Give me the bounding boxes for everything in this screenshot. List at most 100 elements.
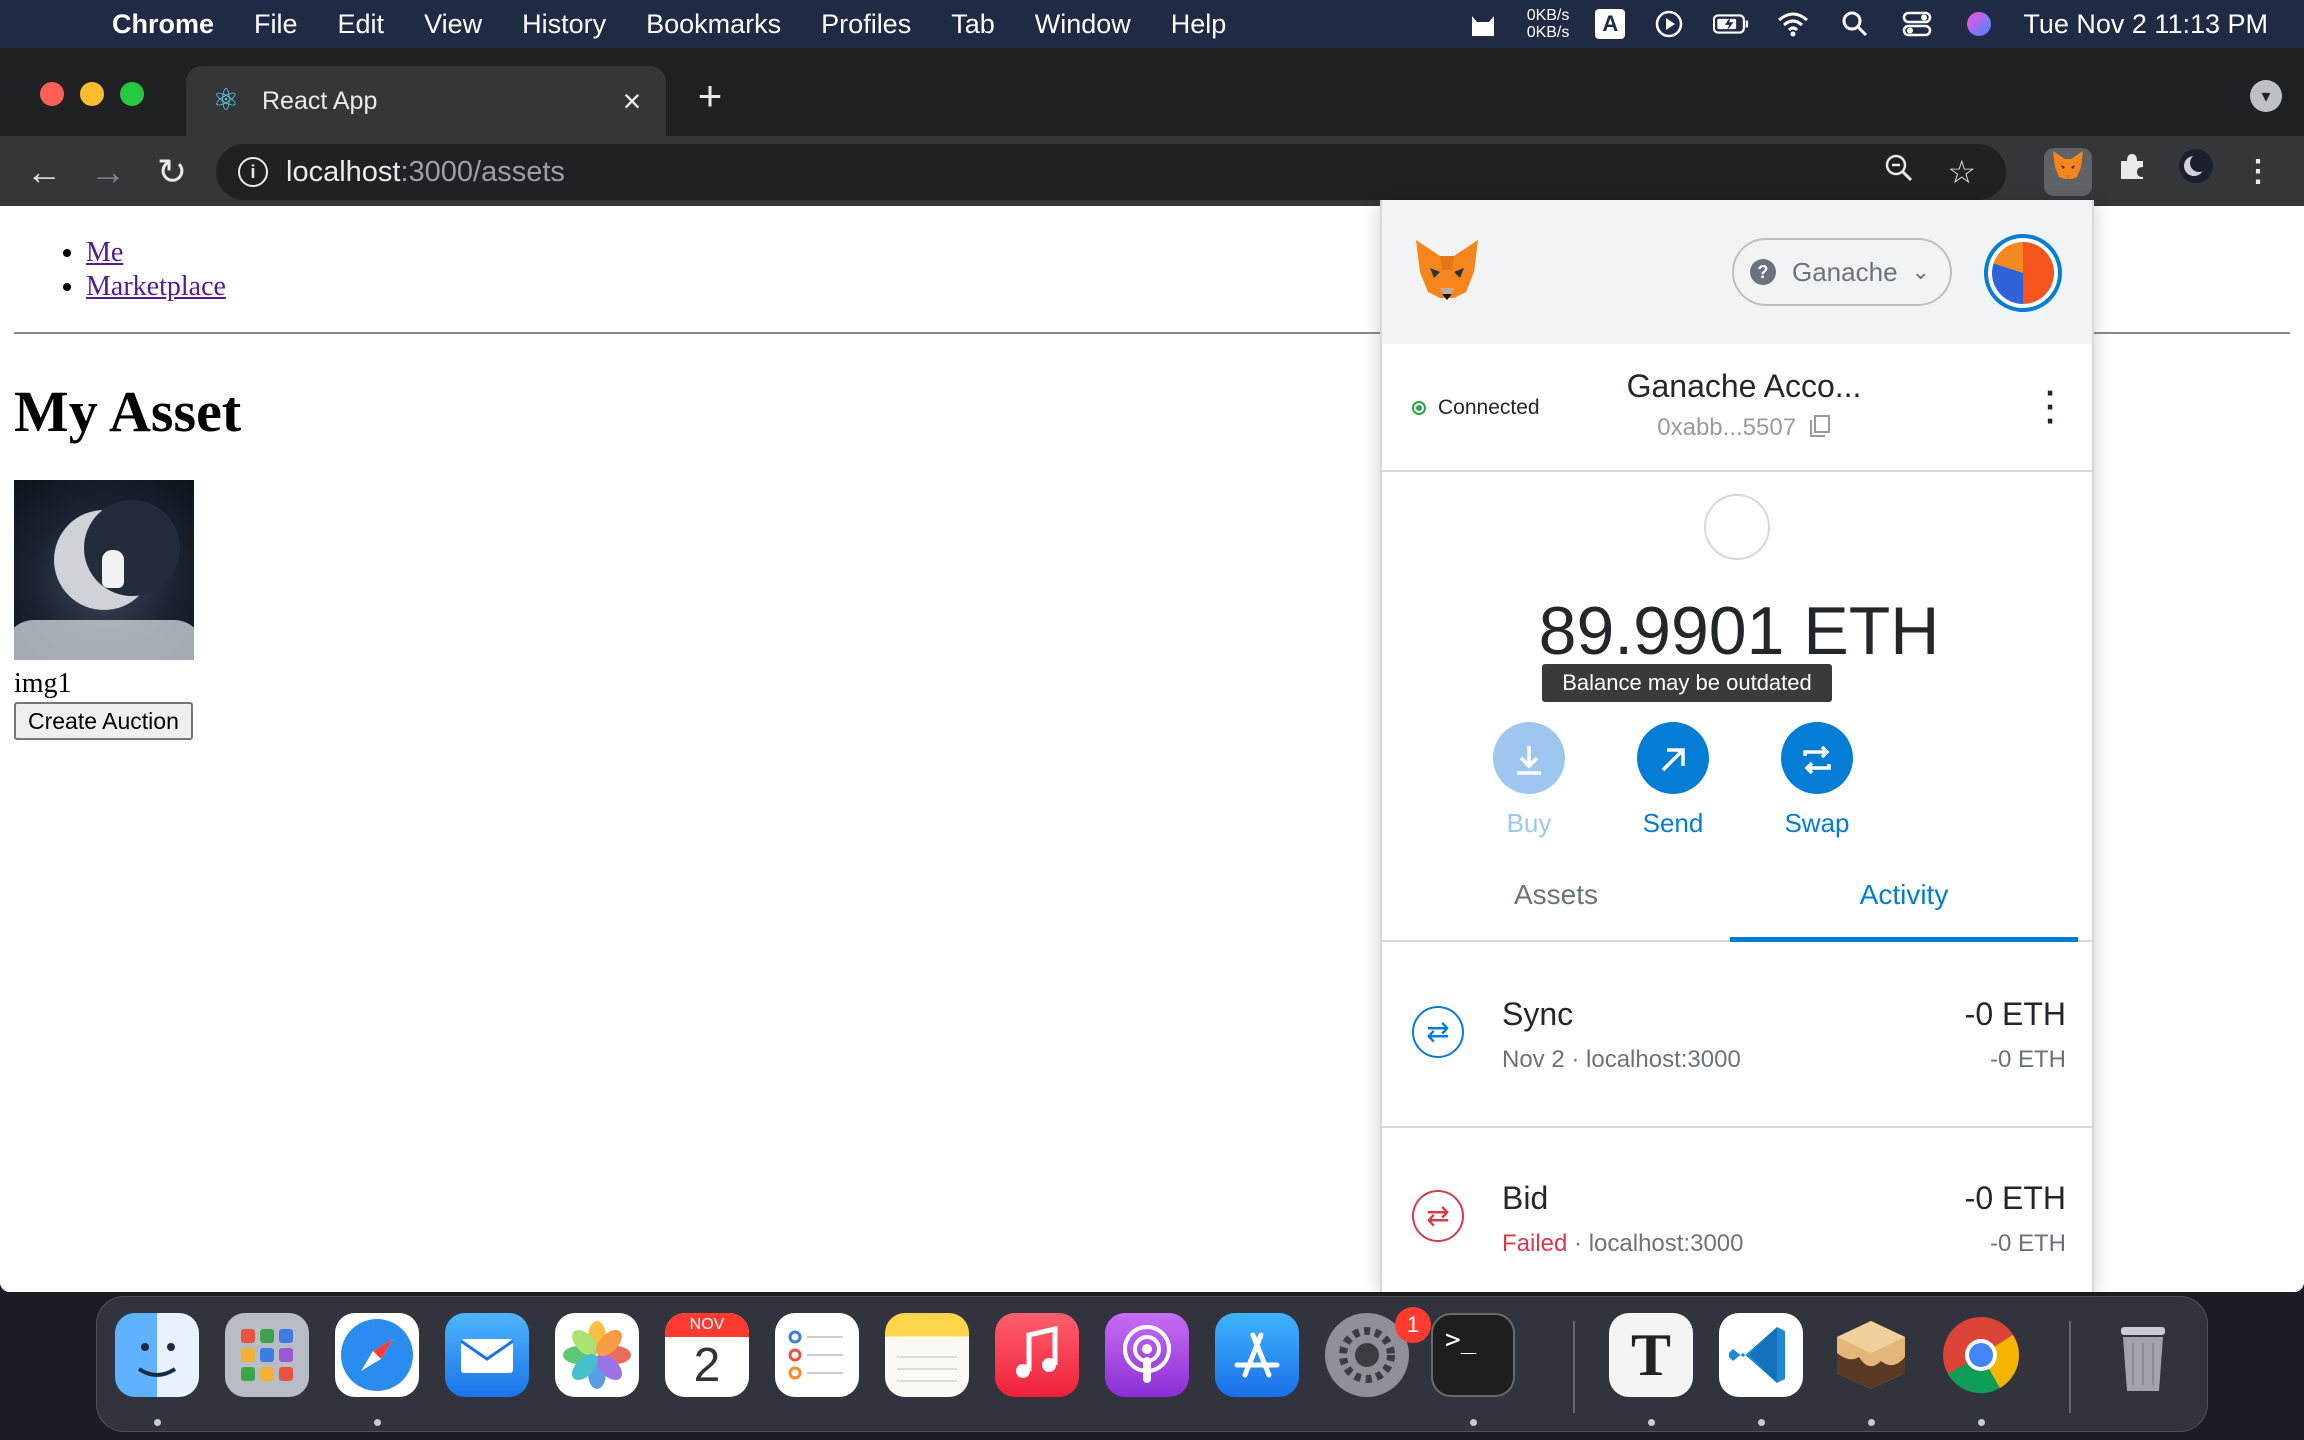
forward-button[interactable]: → <box>86 150 130 194</box>
macos-dock: NOV 2 1 >_ T <box>96 1296 2208 1432</box>
mac-menu-bar: Chrome File Edit View History Bookmarks … <box>0 0 2304 48</box>
notes-icon[interactable] <box>885 1313 969 1397</box>
transaction-amount: -0 ETH <box>1964 996 2066 1032</box>
app-store-icon[interactable] <box>1215 1313 1299 1397</box>
new-tab-button[interactable]: + <box>690 75 730 117</box>
nav-item-me: Me <box>86 236 226 270</box>
account-avatar[interactable] <box>1984 234 2062 312</box>
control-center-icon[interactable] <box>1899 9 1935 39</box>
mail-icon[interactable] <box>445 1313 529 1397</box>
safari-icon[interactable] <box>335 1313 419 1397</box>
asset-name: img1 <box>14 668 72 699</box>
menu-view[interactable]: View <box>424 9 482 40</box>
reload-button[interactable]: ↻ <box>150 150 194 194</box>
wifi-icon[interactable] <box>1775 9 1811 39</box>
cat-icon[interactable] <box>1465 9 1501 39</box>
chrome-menu-icon[interactable]: ⋮ <box>2234 148 2282 196</box>
menu-chrome[interactable]: Chrome <box>112 9 214 40</box>
textedit-icon[interactable]: T <box>1609 1313 1693 1397</box>
create-auction-button[interactable]: Create Auction <box>14 702 193 740</box>
spotlight-search-icon[interactable] <box>1837 9 1873 39</box>
metamask-header: ? Ganache ⌄ <box>1382 200 2092 344</box>
transaction-origin: localhost:3000 <box>1588 1230 1744 1257</box>
account-address-row[interactable]: 0xabb...5507 <box>1542 414 1946 442</box>
trash-icon[interactable] <box>2101 1313 2185 1397</box>
bookmark-star-icon[interactable]: ☆ <box>1947 153 1976 191</box>
menu-bookmarks[interactable]: Bookmarks <box>646 9 781 40</box>
ganache-icon[interactable] <box>1829 1313 1913 1397</box>
download-icon <box>1493 722 1565 794</box>
nav-link-marketplace[interactable]: Marketplace <box>86 271 226 302</box>
account-options-icon[interactable]: · · · <box>2036 377 2066 437</box>
back-button[interactable]: ← <box>22 150 66 194</box>
vscode-icon[interactable] <box>1719 1313 1803 1397</box>
music-icon[interactable] <box>995 1313 1079 1397</box>
transaction-subtitle: Failed · localhost:3000 <box>1502 1230 1744 1257</box>
transaction-amount-secondary: -0 ETH <box>1989 1230 2066 1257</box>
transaction-amount-secondary: -0 ETH <box>1989 1046 2066 1073</box>
transaction-subtitle: Nov 2 · localhost:3000 <box>1502 1046 1741 1073</box>
network-speed[interactable]: 0KB/s 0KB/s <box>1527 7 1570 41</box>
connection-status[interactable]: Connected <box>1412 396 1540 420</box>
calendar-icon[interactable]: NOV 2 <box>665 1313 749 1397</box>
finder-icon[interactable] <box>115 1313 199 1397</box>
network-selector[interactable]: ? Ganache ⌄ <box>1732 238 1952 306</box>
menu-edit[interactable]: Edit <box>338 9 385 40</box>
url-path: :3000/assets <box>400 155 565 188</box>
site-info-icon[interactable]: i <box>238 157 268 187</box>
browser-toolbar: ← → ↻ i localhost:3000/assets ☆ ⋮ <box>0 136 2304 206</box>
url-host: localhost <box>286 155 401 188</box>
play-icon[interactable] <box>1651 9 1687 39</box>
terminal-icon[interactable]: >_ <box>1431 1313 1515 1397</box>
transaction-item[interactable]: ⇄ Bid Failed · localhost:3000 -0 ETH -0 … <box>1382 1128 2092 1292</box>
menu-window[interactable]: Window <box>1035 9 1131 40</box>
buy-button[interactable]: Buy <box>1474 722 1584 839</box>
extensions-puzzle-icon[interactable] <box>2108 148 2156 196</box>
podcasts-icon[interactable] <box>1105 1313 1189 1397</box>
tab-close-icon[interactable]: × <box>612 81 652 121</box>
vscode-running-indicator <box>1758 1419 1765 1426</box>
swap-icon <box>1781 722 1853 794</box>
photos-icon[interactable] <box>555 1313 639 1397</box>
transaction-item[interactable]: ⇄ Sync Nov 2 · localhost:3000 -0 ETH -0 … <box>1382 944 2092 1128</box>
address-bar[interactable]: i localhost:3000/assets ☆ <box>216 144 2006 200</box>
account-name[interactable]: Ganache Acco... <box>1542 368 1946 405</box>
transaction-title: Sync <box>1502 996 1574 1032</box>
tab-search-icon[interactable]: ▾ <box>2250 80 2282 112</box>
window-close-button[interactable] <box>40 82 64 106</box>
reminders-icon[interactable] <box>775 1313 859 1397</box>
transaction-status: Failed <box>1502 1230 1568 1257</box>
zoom-icon[interactable] <box>1884 153 1914 191</box>
tab-activity[interactable]: Activity <box>1730 860 2078 942</box>
menu-help[interactable]: Help <box>1171 9 1227 40</box>
swap-label: Swap <box>1784 808 1850 838</box>
launchpad-icon[interactable] <box>225 1313 309 1397</box>
profile-avatar-icon[interactable] <box>2172 148 2220 196</box>
window-minimize-button[interactable] <box>80 82 104 106</box>
tab-assets[interactable]: Assets <box>1382 860 1730 942</box>
copy-icon[interactable] <box>1809 414 1831 438</box>
swap-button[interactable]: Swap <box>1762 722 1872 839</box>
network-download: 0KB/s <box>1526 24 1570 41</box>
terminal-running-indicator <box>1470 1419 1477 1426</box>
menu-tab[interactable]: Tab <box>951 9 995 40</box>
transaction-date: Nov 2 <box>1502 1046 1565 1073</box>
menubar-clock[interactable]: Tue Nov 2 11:13 PM <box>2023 9 2268 40</box>
battery-icon[interactable] <box>1713 9 1749 39</box>
siri-icon[interactable] <box>1961 9 1997 39</box>
metamask-extension-icon[interactable] <box>2044 148 2092 196</box>
menu-profiles[interactable]: Profiles <box>821 9 911 40</box>
chrome-dock-icon[interactable] <box>1939 1313 2023 1397</box>
tab-react-app[interactable]: ⚛ React App × <box>186 66 666 136</box>
connected-dot-icon <box>1412 401 1426 415</box>
window-zoom-button[interactable] <box>120 82 144 106</box>
menu-file[interactable]: File <box>254 9 298 40</box>
menu-history[interactable]: History <box>522 9 606 40</box>
send-button[interactable]: Send <box>1618 722 1728 839</box>
transaction-origin: localhost:3000 <box>1586 1046 1741 1073</box>
interaction-icon: ⇄ <box>1412 1190 1464 1242</box>
asset-image <box>14 480 194 660</box>
input-source-icon[interactable]: A <box>1595 9 1626 39</box>
nav-link-me[interactable]: Me <box>86 237 123 268</box>
react-logo-icon: ⚛ <box>212 84 240 117</box>
